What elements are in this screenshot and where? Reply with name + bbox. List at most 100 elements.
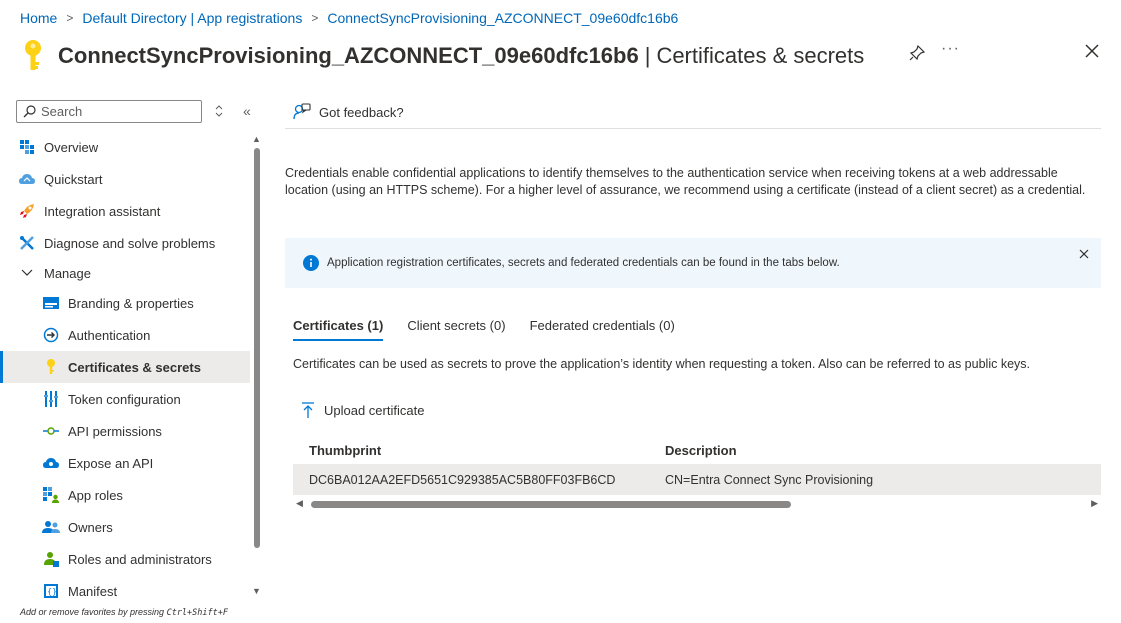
favorites-hint-text: Add or remove favorites by pressing <box>20 607 167 617</box>
sidebar-item-label: Overview <box>44 139 99 155</box>
sidebar-item-label: Token configuration <box>68 391 181 407</box>
sidebar-item-overview[interactable]: Overview <box>0 131 250 163</box>
sidebar-group-manage[interactable]: Manage <box>0 259 250 287</box>
scroll-left-icon[interactable]: ◀ <box>296 498 303 509</box>
info-banner: Application registration certificates, s… <box>285 238 1101 288</box>
upload-icon <box>302 402 314 418</box>
table-scrollbar-thumb[interactable] <box>311 501 791 508</box>
sidebar-item-label: Diagnose and solve problems <box>44 235 216 251</box>
info-icon <box>303 255 319 271</box>
credential-tabs: Certificates (1) Client secrets (0) Fede… <box>293 318 699 341</box>
sidebar-item-manifest[interactable]: {} Manifest <box>0 575 250 607</box>
main-content: Got feedback? Credentials enable confide… <box>285 96 1101 623</box>
upload-certificate-button[interactable]: Upload certificate <box>301 402 424 418</box>
sidebar: « Overview Quickstart Integration assist… <box>0 96 265 623</box>
scroll-up-icon[interactable]: ▲ <box>252 134 261 144</box>
token-icon <box>42 390 60 408</box>
tab-client-secrets[interactable]: Client secrets (0) <box>407 318 505 341</box>
sidebar-item-label: Authentication <box>68 327 151 343</box>
chevron-down-icon <box>18 269 36 277</box>
scroll-right-icon[interactable]: ▶ <box>1091 498 1098 509</box>
title-separator: | <box>644 43 651 68</box>
favorites-hint: Add or remove favorites by pressing Ctrl… <box>20 607 228 618</box>
scroll-down-icon[interactable]: ▼ <box>252 586 261 596</box>
sidebar-search[interactable] <box>16 100 202 123</box>
quickstart-icon <box>18 170 36 188</box>
page-title: ConnectSyncProvisioning_AZCONNECT_09e60d… <box>58 43 864 69</box>
sidebar-item-label: Owners <box>68 519 113 535</box>
tab-certificates[interactable]: Certificates (1) <box>293 318 384 341</box>
upload-certificate-label: Upload certificate <box>324 402 425 418</box>
search-icon <box>23 105 36 118</box>
feedback-icon <box>293 103 311 120</box>
cloud-icon <box>42 454 60 472</box>
sidebar-item-diagnose[interactable]: Diagnose and solve problems <box>0 227 250 259</box>
overview-icon <box>18 138 36 156</box>
authentication-icon <box>42 326 60 344</box>
manifest-icon: {} <box>42 582 60 600</box>
info-banner-text: Application registration certificates, s… <box>327 257 840 269</box>
app-name: ConnectSyncProvisioning_AZCONNECT_09e60d… <box>58 43 639 68</box>
breadcrumb-home-link[interactable]: Home <box>20 10 57 26</box>
sidebar-nav: Overview Quickstart Integration assistan… <box>0 131 250 607</box>
close-icon[interactable] <box>1083 42 1101 60</box>
sidebar-item-label: Manage <box>44 265 91 281</box>
sidebar-item-label: Certificates & secrets <box>68 359 201 375</box>
sidebar-item-owners[interactable]: Owners <box>0 511 250 543</box>
svg-text:{}: {} <box>47 587 57 596</box>
key-icon <box>25 40 41 70</box>
sidebar-item-app-roles[interactable]: App roles <box>0 479 250 511</box>
thumbprint-cell: DC6BA012AA2EFD5651C929385AC5B80FF03FB6CD <box>309 472 616 487</box>
certificates-description: Certificates can be used as secrets to p… <box>293 357 1030 371</box>
api-permissions-icon <box>42 422 60 440</box>
sidebar-item-quickstart[interactable]: Quickstart <box>0 163 250 195</box>
page-header: ConnectSyncProvisioning_AZCONNECT_09e60d… <box>20 38 1101 74</box>
breadcrumb-separator: > <box>311 11 319 25</box>
sidebar-scrollbar-thumb[interactable] <box>254 148 260 548</box>
owners-icon <box>42 518 60 536</box>
breadcrumb-app-registrations-link[interactable]: Default Directory | App registrations <box>82 10 302 26</box>
key-icon <box>42 358 60 376</box>
sidebar-item-label: Quickstart <box>44 171 103 187</box>
sidebar-item-label: Expose an API <box>68 455 154 471</box>
column-header-description: Description <box>665 442 737 458</box>
sidebar-scrollbar[interactable]: ▲ ▼ <box>252 134 262 599</box>
sidebar-item-expose-api[interactable]: Expose an API <box>0 447 250 479</box>
sidebar-item-authentication[interactable]: Authentication <box>0 319 250 351</box>
credentials-description: Credentials enable confidential applicat… <box>285 166 1086 197</box>
table-horizontal-scrollbar[interactable]: ◀ ▶ <box>293 498 1101 510</box>
favorites-hint-shortcut: Ctrl+Shift+F <box>166 608 228 618</box>
search-input[interactable] <box>41 104 191 119</box>
sidebar-item-label: API permissions <box>68 423 162 439</box>
tab-federated-credentials[interactable]: Federated credentials (0) <box>530 318 675 341</box>
collapse-sidebar-icon[interactable]: « <box>243 103 251 119</box>
more-options-icon[interactable]: ··· <box>941 40 960 58</box>
feedback-label: Got feedback? <box>319 104 404 120</box>
sidebar-item-integration-assistant[interactable]: Integration assistant <box>0 195 250 227</box>
breadcrumb: Home > Default Directory | App registrat… <box>20 10 678 26</box>
wrench-icon <box>18 234 36 252</box>
description-cell: CN=Entra Connect Sync Provisioning <box>665 472 874 487</box>
sidebar-item-certificates-secrets[interactable]: Certificates & secrets <box>0 351 250 383</box>
roles-icon <box>42 550 60 568</box>
app-roles-icon <box>42 486 60 504</box>
sidebar-item-label: Manifest <box>68 583 118 599</box>
sidebar-item-label: App roles <box>68 487 123 503</box>
sidebar-item-label: Integration assistant <box>44 203 161 219</box>
sidebar-item-roles-administrators[interactable]: Roles and administrators <box>0 543 250 575</box>
breadcrumb-separator: > <box>66 11 74 25</box>
close-icon[interactable] <box>1079 249 1089 259</box>
page-subtitle: Certificates & secrets <box>656 43 865 68</box>
sidebar-item-branding[interactable]: Branding & properties <box>0 287 250 319</box>
pin-icon[interactable] <box>908 44 926 62</box>
sidebar-item-token-configuration[interactable]: Token configuration <box>0 383 250 415</box>
sidebar-item-api-permissions[interactable]: API permissions <box>0 415 250 447</box>
table-header: Thumbprint Description <box>293 436 1101 464</box>
breadcrumb-app-link[interactable]: ConnectSyncProvisioning_AZCONNECT_09e60d… <box>327 10 678 26</box>
table-row[interactable]: DC6BA012AA2EFD5651C929385AC5B80FF03FB6CD… <box>293 464 1101 495</box>
feedback-button[interactable]: Got feedback? <box>285 96 1101 129</box>
sidebar-item-label: Branding & properties <box>68 295 194 311</box>
rocket-icon <box>18 202 36 220</box>
sort-icon[interactable] <box>214 104 224 118</box>
branding-icon <box>42 294 60 312</box>
